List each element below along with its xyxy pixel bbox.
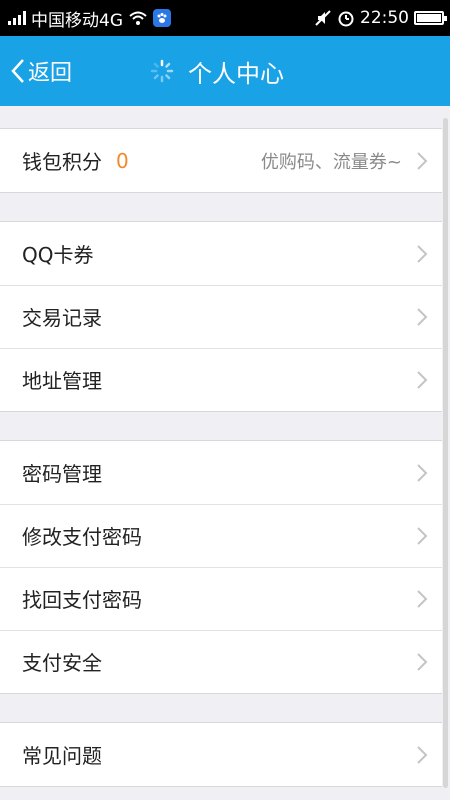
carrier-label: 中国移动4G — [31, 10, 123, 31]
row-password-management[interactable]: 密码管理 — [0, 441, 442, 504]
row-label: 钱包积分 — [22, 150, 102, 174]
row-label: 地址管理 — [22, 369, 102, 393]
row-change-pay-password[interactable]: 修改支付密码 — [0, 504, 442, 567]
scrollbar[interactable] — [443, 118, 448, 788]
row-label: 交易记录 — [22, 306, 102, 330]
spinner-icon — [150, 59, 174, 83]
menu-list: 钱包积分 0 优购码、流量券~ QQ卡券 交易记录 地址管理 密码管理 修改支付… — [0, 106, 442, 787]
mute-icon — [315, 10, 331, 26]
status-bar: 中国移动4G 22:50 — [0, 0, 450, 36]
row-label: 支付安全 — [22, 651, 102, 675]
row-qq-coupons[interactable]: QQ卡券 — [0, 222, 442, 285]
chevron-right-icon — [417, 307, 428, 326]
chevron-right-icon — [417, 652, 428, 671]
back-button[interactable]: 返回 — [10, 36, 72, 106]
wifi-icon — [129, 11, 147, 25]
group-orders: QQ卡券 交易记录 地址管理 — [0, 221, 442, 412]
signal-icon — [8, 11, 26, 25]
chevron-right-icon — [417, 526, 428, 545]
nav-bar: 返回 个人中心 — [0, 36, 450, 106]
row-hint: 优购码、流量券~ — [260, 151, 402, 173]
chevron-right-icon — [417, 151, 428, 170]
clock-time: 22:50 — [360, 8, 409, 28]
row-label: 常见问题 — [22, 744, 102, 768]
row-transaction-history[interactable]: 交易记录 — [0, 285, 442, 348]
points-value: 0 — [116, 148, 129, 173]
row-label: QQ卡券 — [22, 243, 94, 267]
group-help: 常见问题 — [0, 722, 442, 787]
alarm-icon — [338, 11, 354, 27]
chevron-left-icon — [11, 59, 24, 83]
page-title: 个人中心 — [188, 59, 284, 88]
chevron-right-icon — [417, 745, 428, 764]
row-label: 密码管理 — [22, 462, 102, 486]
chevron-right-icon — [417, 589, 428, 608]
row-wallet-points[interactable]: 钱包积分 0 优购码、流量券~ — [0, 129, 442, 192]
row-label: 找回支付密码 — [22, 588, 142, 612]
chevron-right-icon — [417, 370, 428, 389]
chevron-right-icon — [417, 463, 428, 482]
back-label: 返回 — [28, 61, 73, 86]
row-label: 修改支付密码 — [22, 525, 142, 549]
baidu-notification-icon — [153, 9, 171, 27]
row-address-management[interactable]: 地址管理 — [0, 348, 442, 411]
group-security: 密码管理 修改支付密码 找回支付密码 支付安全 — [0, 440, 442, 694]
row-faq[interactable]: 常见问题 — [0, 723, 442, 786]
battery-icon — [414, 11, 447, 25]
row-recover-pay-password[interactable]: 找回支付密码 — [0, 567, 442, 630]
chevron-right-icon — [417, 244, 428, 263]
group-wallet: 钱包积分 0 优购码、流量券~ — [0, 128, 442, 193]
row-payment-security[interactable]: 支付安全 — [0, 630, 442, 693]
